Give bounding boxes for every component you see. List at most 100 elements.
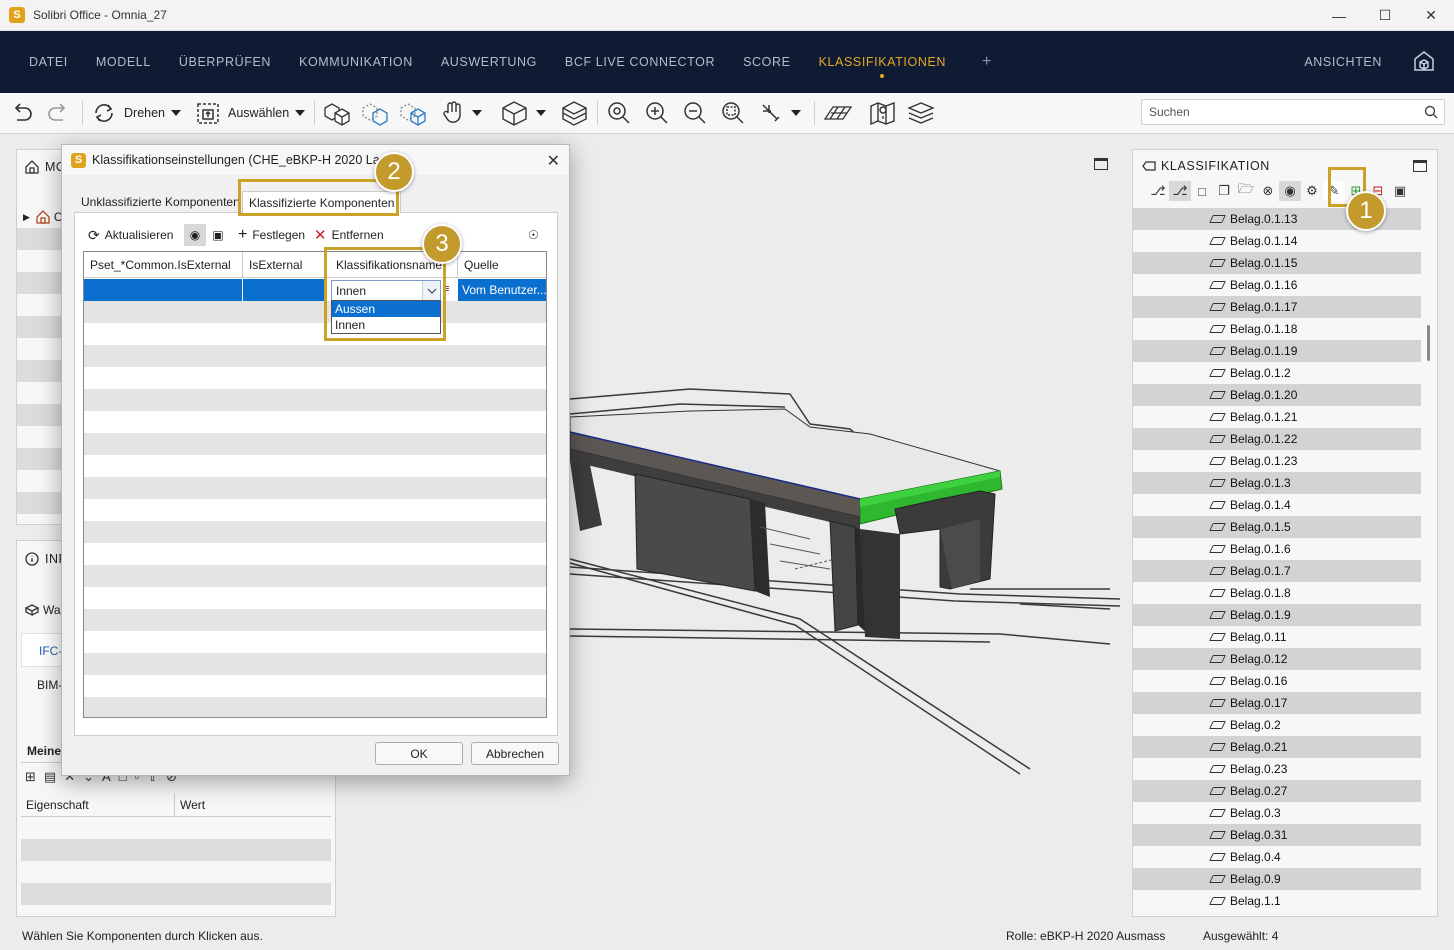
list-item[interactable]: Belag.0.1.18	[1133, 318, 1421, 340]
refresh-button[interactable]: ⟳ Aktualisieren	[88, 224, 173, 246]
settings-gear-icon[interactable]: ⚙	[1301, 181, 1323, 201]
open-folder-icon[interactable]: 🗁	[1235, 181, 1257, 201]
list-item[interactable]: Belag.0.1.14	[1133, 230, 1421, 252]
search-input[interactable]: Suchen	[1141, 99, 1445, 125]
menu-datei[interactable]: DATEI	[29, 55, 68, 69]
section-box-icon[interactable]	[560, 99, 590, 127]
zoom-fit-icon[interactable]	[605, 99, 633, 127]
list-item[interactable]: Belag.0.27	[1133, 780, 1421, 802]
list-item[interactable]: Belag.0.23	[1133, 758, 1421, 780]
visibility-icon[interactable]: ◉	[1279, 181, 1301, 201]
rotate-dropdown-icon[interactable]	[171, 110, 181, 116]
list-item[interactable]: Belag.0.1.3	[1133, 472, 1421, 494]
view-dropdown-icon[interactable]	[536, 110, 546, 116]
list-item[interactable]: Belag.0.1.9	[1133, 604, 1421, 626]
menu-klassifikationen[interactable]: KLASSIFIKATIONEN	[819, 55, 946, 78]
remove-button[interactable]: ✕ Entfernen	[314, 224, 384, 246]
classification-bag-icon[interactable]: ▣	[1389, 181, 1411, 201]
column-eigenschaft[interactable]: Eigenschaft	[21, 793, 175, 816]
show-all-icon[interactable]	[322, 99, 352, 127]
isolate-icon[interactable]	[398, 99, 428, 127]
menu-kommunikation[interactable]: KOMMUNIKATION	[299, 55, 413, 69]
select-dropdown-icon[interactable]	[295, 110, 306, 116]
close-icon[interactable]: ✕	[1408, 0, 1454, 31]
rotate-button[interactable]: Drehen	[90, 99, 181, 127]
measure-dropdown-icon[interactable]	[791, 110, 801, 116]
list-item[interactable]: Belag.0.9	[1133, 868, 1421, 890]
list-item[interactable]: Belag.0.1.15	[1133, 252, 1421, 274]
list-item[interactable]: Belag.0.1.8	[1133, 582, 1421, 604]
visibility-toggle-icon[interactable]: ◉	[184, 224, 206, 246]
cancel-icon[interactable]: ⊗	[1257, 181, 1279, 201]
set-button[interactable]: + Festlegen	[238, 224, 305, 246]
list-item[interactable]: Belag.0.1.5	[1133, 516, 1421, 538]
view-cube-icon[interactable]	[500, 99, 546, 127]
undo-icon[interactable]	[8, 99, 36, 127]
copy-icon[interactable]: ❐	[1213, 181, 1235, 201]
list-item[interactable]: Belag.0.1.6	[1133, 538, 1421, 560]
list-item[interactable]: Belag.0.1.7	[1133, 560, 1421, 582]
hand-pointer-icon[interactable]	[440, 99, 482, 127]
menu-ueberpruefen[interactable]: ÜBERPRÜFEN	[179, 55, 271, 69]
globe-icon[interactable]: ☉	[528, 224, 539, 246]
list-item[interactable]: Belag.0.16	[1133, 670, 1421, 692]
list-item[interactable]: Belag.0.3	[1133, 802, 1421, 824]
tab-unclassified-components[interactable]: Unklassifizierte Komponenten	[75, 191, 246, 213]
maximize-icon[interactable]: ☐	[1362, 0, 1408, 31]
redo-icon[interactable]	[44, 99, 72, 127]
list-item[interactable]: Belag.0.17	[1133, 692, 1421, 714]
tree-expand-icon[interactable]: ▶	[23, 212, 30, 223]
list-item[interactable]: Belag.1.1	[1133, 890, 1421, 912]
menu-auswertung[interactable]: AUSWERTUNG	[441, 55, 537, 69]
ok-button[interactable]: OK	[375, 742, 463, 765]
measure-icon[interactable]	[757, 99, 801, 127]
list-item[interactable]: Belag.0.4	[1133, 846, 1421, 868]
list-item[interactable]: Belag.0.1.23	[1133, 450, 1421, 472]
search-icon[interactable]	[1424, 105, 1438, 119]
zoom-selection-icon[interactable]	[719, 99, 747, 127]
panel-maximize-icon[interactable]	[1413, 160, 1427, 172]
table-row[interactable]: Vom Benutzer... ≡	[84, 279, 546, 301]
minimize-icon[interactable]: —	[1316, 0, 1362, 31]
cancel-button[interactable]: Abbrechen	[471, 742, 559, 765]
hand-dropdown-icon[interactable]	[472, 110, 482, 116]
menu-ansichten[interactable]: ANSICHTEN	[1304, 55, 1382, 69]
list-item[interactable]: Belag.0.1.17	[1133, 296, 1421, 318]
layers-icon[interactable]	[906, 99, 936, 127]
menu-modell[interactable]: MODELL	[96, 55, 151, 69]
viewport-maximize-icon[interactable]	[1094, 158, 1108, 170]
list-item[interactable]: Belag.0.1.19	[1133, 340, 1421, 362]
list-item[interactable]: Belag.0.1.20	[1133, 384, 1421, 406]
list-item[interactable]: Belag.0.31	[1133, 824, 1421, 846]
zoom-in-icon[interactable]	[643, 99, 671, 127]
floor-plan-icon[interactable]	[822, 99, 854, 127]
menu-score[interactable]: SCORE	[743, 55, 790, 69]
list-item[interactable]: Belag.0.1.16	[1133, 274, 1421, 296]
column-wert[interactable]: Wert	[175, 793, 325, 816]
zoom-out-icon[interactable]	[681, 99, 709, 127]
hide-icon[interactable]	[360, 99, 390, 127]
list-item[interactable]: Belag.0.11	[1133, 626, 1421, 648]
add-property-icon[interactable]: ⊞	[25, 769, 36, 785]
list-item[interactable]: Belag.0.2	[1133, 714, 1421, 736]
component-bag-icon[interactable]: ▣	[208, 224, 228, 246]
home-cube-icon[interactable]	[1412, 49, 1436, 73]
new-document-icon[interactable]: □	[1191, 181, 1213, 201]
map-marker-icon[interactable]	[868, 99, 898, 127]
select-button[interactable]: Auswählen	[194, 99, 306, 127]
list-scrollbar[interactable]	[1427, 325, 1430, 361]
tree-flat-icon[interactable]: ⎇	[1169, 181, 1191, 201]
list-item[interactable]: Belag.0.1.4	[1133, 494, 1421, 516]
list-item[interactable]: Belag.0.1.22	[1133, 428, 1421, 450]
list-item[interactable]: Belag.0.1.21	[1133, 406, 1421, 428]
dialog-close-icon[interactable]: ✕	[547, 151, 560, 171]
menu-bcf-live-connector[interactable]: BCF LIVE CONNECTOR	[565, 55, 715, 69]
edit-property-icon[interactable]: ▤	[44, 769, 56, 785]
list-item[interactable]: Belag.0.1.2	[1133, 362, 1421, 384]
list-item[interactable]: Belag.0.21	[1133, 736, 1421, 758]
add-tab-button[interactable]: +	[982, 53, 991, 71]
ifc-link[interactable]: IFC-	[39, 644, 62, 658]
column-quelle[interactable]: Quelle	[458, 252, 546, 278]
column-isexternal[interactable]: IsExternal	[243, 252, 326, 278]
tree-structure-icon[interactable]: ⎇	[1147, 181, 1169, 201]
